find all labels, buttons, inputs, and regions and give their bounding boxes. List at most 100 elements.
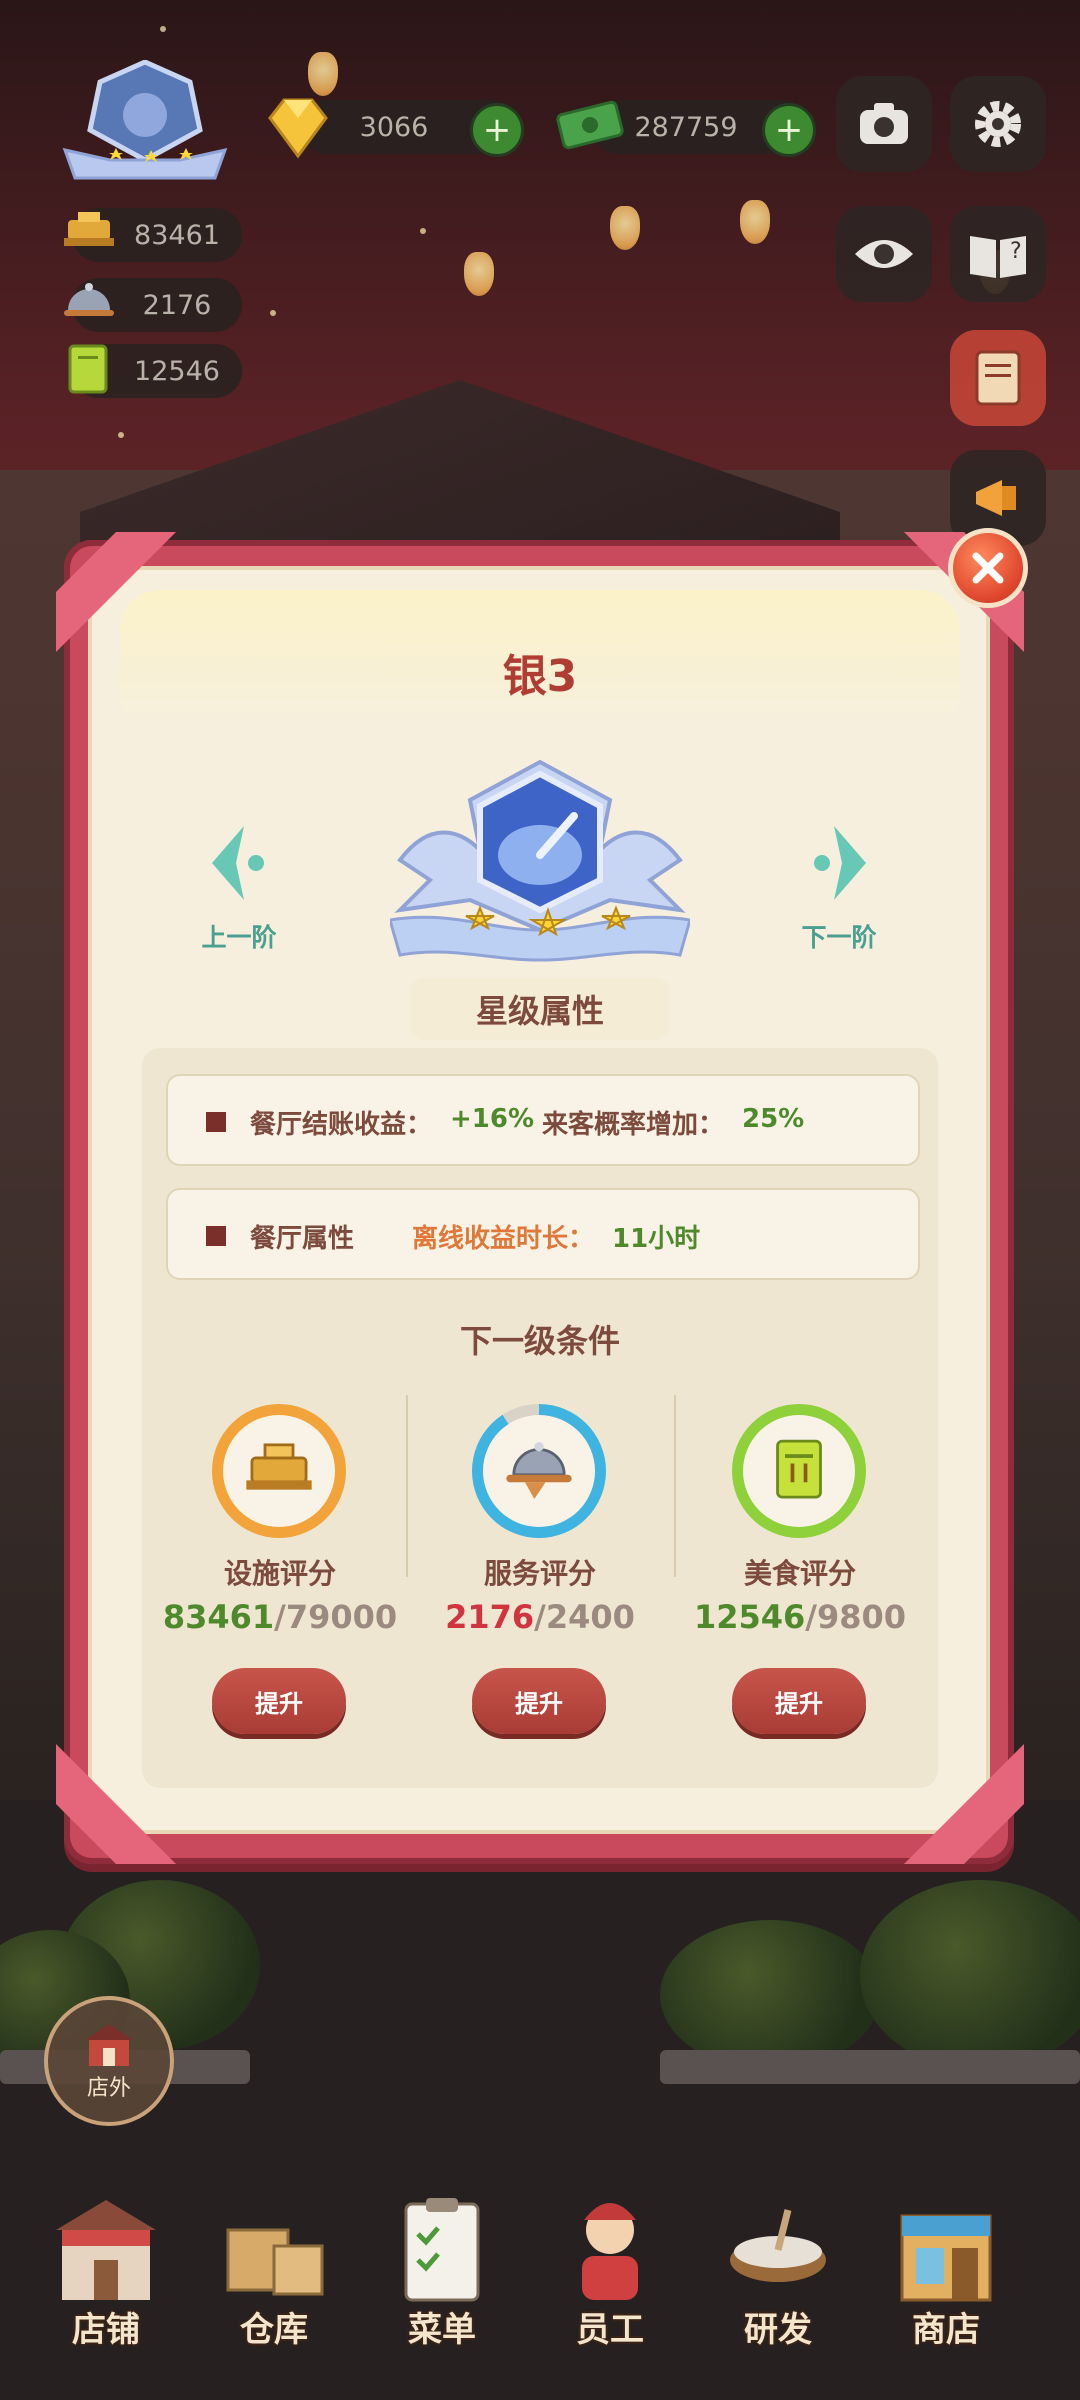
facility-score-current: 83461 xyxy=(162,1598,275,1636)
checkout-income-value: +16% xyxy=(450,1104,535,1134)
tasks-book-button[interactable] xyxy=(950,330,1046,426)
settings-button[interactable] xyxy=(950,76,1046,172)
food-score-ring xyxy=(732,1404,866,1538)
tab-warehouse-label: 仓库 xyxy=(240,2310,308,2350)
food-score-progress: 12546/9800 xyxy=(670,1598,930,1636)
next-rank-label: 下一阶 xyxy=(801,923,877,952)
close-button[interactable] xyxy=(948,528,1028,608)
tab-menu[interactable]: 菜单 xyxy=(372,2190,512,2350)
camera-button[interactable] xyxy=(836,76,932,172)
camera-icon xyxy=(860,103,908,144)
guide-book-button[interactable]: ? xyxy=(950,206,1046,302)
sparkle xyxy=(160,26,166,32)
service-score-ring xyxy=(472,1404,606,1538)
facility-icon xyxy=(223,1415,335,1527)
facility-score-value: 83461 xyxy=(134,219,220,251)
recipe-book-icon xyxy=(743,1415,855,1527)
eye-icon xyxy=(855,240,913,268)
service-score-current: 2176 xyxy=(445,1598,535,1636)
food-score-pill: 12546 xyxy=(68,344,242,398)
facility-score-pill: 83461 xyxy=(64,208,242,262)
checkout-income-label: 餐厅结账收益： xyxy=(250,1110,433,1140)
svg-text:?: ? xyxy=(1010,239,1022,264)
outside-shop-label: 店外 xyxy=(86,2076,131,2101)
notebook-icon xyxy=(975,350,1021,406)
cash-count: 287759 xyxy=(634,111,738,143)
service-score-label: 服务评分 xyxy=(483,1557,596,1590)
star-attributes-title: 星级属性 xyxy=(475,992,604,1030)
tab-staff-label: 员工 xyxy=(576,2310,644,2350)
service-score-value: 2176 xyxy=(142,289,212,321)
cash-counter: 287759 + xyxy=(556,100,816,157)
restaurant-attribute-row: 餐厅属性 离线收益时长： 11小时 xyxy=(166,1188,920,1280)
store-icon xyxy=(900,2214,992,2302)
cloche-icon xyxy=(58,272,120,334)
next-level-conditions-title: 下一级条件 xyxy=(459,1322,620,1360)
column-divider xyxy=(406,1395,408,1577)
tab-store[interactable]: 商店 xyxy=(876,2190,1016,2350)
diamond-icon xyxy=(260,90,336,166)
upgrade-service-button[interactable]: 提升 xyxy=(472,1668,606,1734)
sparkle xyxy=(118,432,124,438)
sparkle xyxy=(420,228,426,234)
boxes-icon xyxy=(226,2228,324,2296)
tab-shop-label: 店铺 xyxy=(72,2310,140,2350)
help-book-icon: ? xyxy=(970,236,1026,278)
cooking-pot-icon xyxy=(730,2209,826,2282)
shop-icon xyxy=(56,2200,156,2300)
close-icon xyxy=(972,552,1004,584)
visitor-chance-value: 25% xyxy=(742,1104,805,1134)
tab-shop[interactable]: 店铺 xyxy=(36,2190,176,2350)
tab-menu-label: 菜单 xyxy=(408,2310,476,2350)
cash-icon xyxy=(552,90,628,166)
lantern-decoration xyxy=(740,200,770,244)
facility-icon xyxy=(58,202,120,264)
rank-title: 银3 xyxy=(502,651,578,702)
restaurant-rank-badge[interactable] xyxy=(50,59,240,190)
food-score-target: /9800 xyxy=(805,1598,907,1636)
diamond-counter: 3066 + xyxy=(268,98,524,159)
facility-score-label: 设施评分 xyxy=(223,1557,336,1590)
chevron-left-icon xyxy=(212,826,264,900)
megaphone-icon xyxy=(976,480,1016,516)
previous-rank-button[interactable]: 上一阶 xyxy=(174,818,304,954)
clipboard-icon xyxy=(404,2198,480,2302)
chevron-right-icon xyxy=(814,826,866,900)
cloche-icon xyxy=(483,1415,595,1527)
previous-rank-label: 上一阶 xyxy=(201,923,277,952)
upgrade-facility-button[interactable]: 提升 xyxy=(212,1668,346,1734)
food-score-label: 美食评分 xyxy=(743,1557,856,1590)
diamond-count: 3066 xyxy=(359,111,429,143)
planter xyxy=(660,2050,1080,2084)
facility-score-progress: 83461/79000 xyxy=(150,1598,410,1636)
tab-warehouse[interactable]: 仓库 xyxy=(204,2190,344,2350)
tab-store-label: 商店 xyxy=(912,2310,980,2350)
view-toggle-button[interactable] xyxy=(836,206,932,302)
tab-research-label: 研发 xyxy=(744,2310,812,2350)
food-score-value: 12546 xyxy=(134,355,220,387)
shop-exterior-icon xyxy=(85,2024,133,2066)
restaurant-attribute-label: 餐厅属性 xyxy=(250,1224,355,1254)
tab-research[interactable]: 研发 xyxy=(708,2190,848,2350)
service-score-pill: 2176 xyxy=(64,278,242,332)
tab-staff[interactable]: 员工 xyxy=(540,2190,680,2350)
lantern-decoration xyxy=(464,252,494,296)
add-cash-button[interactable]: + xyxy=(762,103,816,157)
bullet-square xyxy=(206,1226,226,1246)
staff-icon xyxy=(582,2203,638,2300)
column-divider xyxy=(674,1395,676,1577)
gear-icon xyxy=(975,101,1021,147)
next-rank-button[interactable]: 下一阶 xyxy=(774,818,904,954)
lantern-decoration xyxy=(610,206,640,250)
offline-income-value: 11小时 xyxy=(612,1224,701,1254)
bush xyxy=(660,1920,880,2070)
visitor-chance-label: 来客概率增加： xyxy=(542,1110,725,1140)
service-score-progress: 2176/2400 xyxy=(410,1598,670,1636)
service-score-target: /2400 xyxy=(534,1598,635,1636)
upgrade-food-button[interactable]: 提升 xyxy=(732,1668,866,1734)
facility-score-ring xyxy=(212,1404,346,1538)
facility-score-target: /79000 xyxy=(274,1598,398,1636)
outside-shop-button[interactable]: 店外 xyxy=(44,1996,174,2126)
corner-ribbon xyxy=(56,532,176,652)
add-diamonds-button[interactable]: + xyxy=(470,103,524,157)
